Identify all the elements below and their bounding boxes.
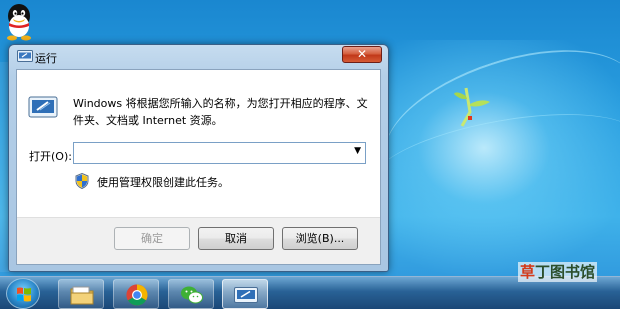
close-button[interactable]: ✕ — [342, 46, 382, 63]
bamboo-leaf-icon — [454, 87, 490, 127]
watermark-part1: 草 — [520, 263, 536, 281]
uac-shield-icon — [75, 173, 89, 189]
windows-logo-icon — [17, 287, 31, 302]
open-combobox[interactable]: ▼ — [73, 142, 366, 164]
chrome-icon — [126, 284, 148, 306]
run-dialog: 运行 ✕ Windows 将根据您所输入的名称，为您打开相应的程序、文件夹、文档… — [8, 44, 389, 272]
qq-desktop-icon[interactable] — [2, 2, 36, 42]
folder-icon — [70, 286, 94, 305]
run-icon — [234, 287, 258, 303]
taskbar-wechat[interactable] — [168, 279, 214, 309]
taskbar-chrome[interactable] — [113, 279, 159, 309]
cancel-button[interactable]: 取消 — [198, 227, 274, 250]
taskbar-explorer[interactable] — [58, 279, 104, 309]
run-icon — [17, 50, 33, 62]
dialog-content: Windows 将根据您所输入的名称，为您打开相应的程序、文件夹、文档或 Int… — [17, 70, 380, 217]
admin-note: 使用管理权限创建此任务。 — [97, 176, 229, 189]
dialog-description: Windows 将根据您所输入的名称，为您打开相应的程序、文件夹、文档或 Int… — [73, 97, 368, 127]
taskbar-run[interactable] — [222, 279, 268, 309]
browse-button[interactable]: 浏览(B)... — [282, 227, 358, 250]
watermark: 草丁图书馆 — [518, 262, 598, 282]
run-program-icon — [28, 96, 58, 118]
start-button[interactable] — [6, 278, 40, 309]
wechat-icon — [181, 286, 203, 304]
dialog-titlebar[interactable]: 运行 ✕ — [9, 45, 388, 67]
watermark-part2: 丁图书馆 — [535, 263, 596, 281]
ok-button[interactable]: 确定 — [114, 227, 190, 250]
chevron-down-icon[interactable]: ▼ — [354, 146, 361, 156]
dialog-title: 运行 — [35, 52, 57, 65]
open-label: 打开(O): — [29, 150, 72, 163]
